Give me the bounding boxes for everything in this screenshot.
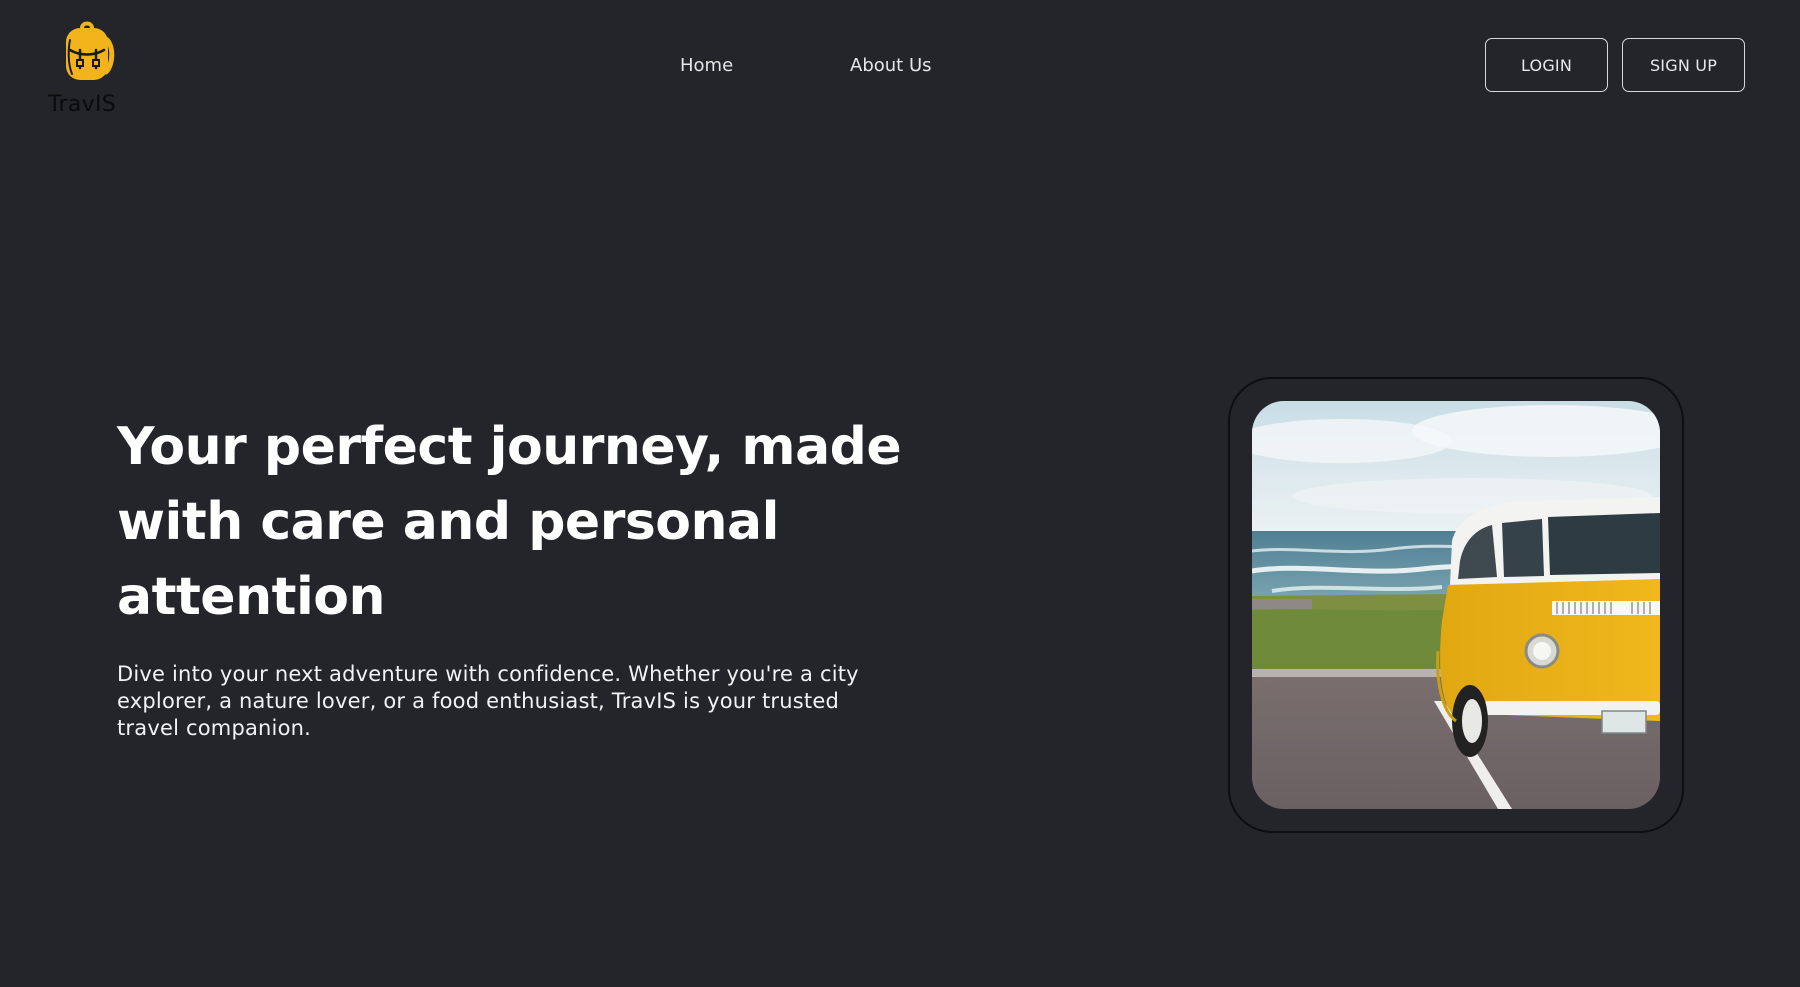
nav-link-about-us[interactable]: About Us (850, 52, 970, 80)
landing-page: TravIS Home About Us LOGIN SIGN UP Your … (0, 0, 1800, 987)
hero-image (1252, 401, 1660, 809)
backpack-icon (58, 20, 116, 84)
brand-logo-link[interactable]: TravIS (48, 20, 128, 120)
login-button[interactable]: LOGIN (1485, 38, 1608, 92)
main-nav: Home About Us (680, 52, 970, 80)
hero-description: Dive into your next adventure with confi… (117, 662, 859, 740)
hero-image-frame (1228, 377, 1684, 833)
nav-link-home[interactable]: Home (680, 52, 850, 80)
auth-buttons: LOGIN SIGN UP (1485, 38, 1745, 92)
hero-title: Your perfect journey, made with care and… (117, 417, 902, 627)
sign-up-button[interactable]: SIGN UP (1622, 38, 1745, 92)
brand-name: TravIS (48, 92, 117, 117)
